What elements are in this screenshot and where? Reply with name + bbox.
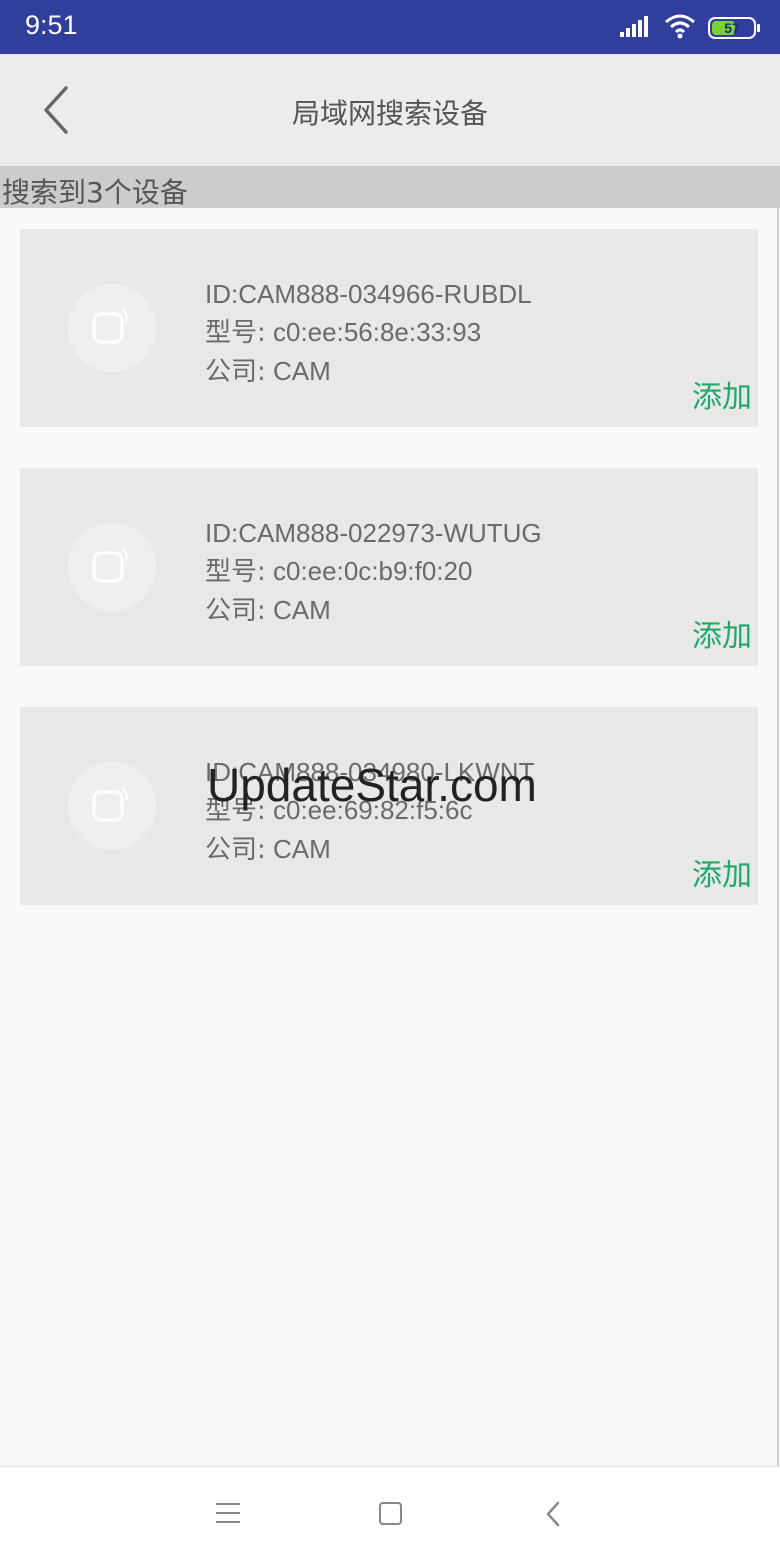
result-header: 搜索到3个设备: [0, 166, 780, 209]
result-summary: 搜索到3个设备: [2, 176, 188, 209]
device-company-value: CAM: [265, 834, 331, 864]
device-id: ID:CAM888-022973-WUTUG: [205, 518, 542, 548]
title-bar: 局域网搜索设备: [0, 54, 780, 166]
device-model-label: 型号:: [205, 318, 266, 348]
cellular-signal-icon: [620, 15, 652, 41]
device-model-value: c0:ee:56:8e:33:93: [265, 317, 482, 347]
system-nav-bar: [0, 1466, 780, 1560]
watermark-text: UpdateStar.com: [207, 759, 537, 811]
device-company: 公司: CAM: [205, 830, 534, 869]
battery-level: 57: [724, 20, 740, 36]
wifi-icon: [664, 13, 696, 43]
back-triangle-icon[interactable]: [542, 1500, 564, 1528]
add-device-button[interactable]: 添加: [692, 380, 752, 416]
camera-device-icon: [68, 523, 156, 611]
battery-icon: 57: [708, 17, 760, 39]
device-info: ID:CAM888-034966-RUBDL 型号: c0:ee:56:8e:3…: [205, 275, 532, 391]
device-company: 公司: CAM: [205, 591, 542, 630]
add-device-button[interactable]: 添加: [692, 858, 752, 894]
menu-icon[interactable]: [216, 1503, 242, 1525]
device-model: 型号: c0:ee:0c:b9:f0:20: [205, 552, 542, 591]
device-model-value: c0:ee:0c:b9:f0:20: [265, 556, 473, 586]
device-id: ID:CAM888-034966-RUBDL: [205, 279, 532, 309]
device-list[interactable]: ID:CAM888-034966-RUBDL 型号: c0:ee:56:8e:3…: [20, 229, 758, 946]
device-company: 公司: CAM: [205, 352, 532, 391]
device-company-label: 公司:: [205, 357, 266, 387]
device-card[interactable]: ID:CAM888-022973-WUTUG 型号: c0:ee:0c:b9:f…: [20, 468, 758, 666]
home-square-icon[interactable]: [379, 1502, 402, 1525]
device-model-label: 型号:: [205, 557, 266, 587]
device-company-label: 公司:: [205, 835, 266, 865]
add-device-button[interactable]: 添加: [692, 619, 752, 655]
page-title: 局域网搜索设备: [291, 97, 488, 130]
device-company-value: CAM: [265, 595, 331, 625]
status-icons: 57: [620, 13, 760, 43]
device-company-value: CAM: [265, 356, 331, 386]
device-info: ID:CAM888-022973-WUTUG 型号: c0:ee:0c:b9:f…: [205, 514, 542, 630]
scroll-edge-line: [777, 208, 779, 1466]
camera-device-icon: [68, 284, 156, 372]
status-bar: 9:51 57: [0, 0, 780, 54]
device-model: 型号: c0:ee:56:8e:33:93: [205, 313, 532, 352]
camera-device-icon: [68, 762, 156, 850]
device-company-label: 公司:: [205, 596, 266, 626]
status-time: 9:51: [25, 10, 78, 40]
device-card[interactable]: ID:CAM888-034966-RUBDL 型号: c0:ee:56:8e:3…: [20, 229, 758, 427]
